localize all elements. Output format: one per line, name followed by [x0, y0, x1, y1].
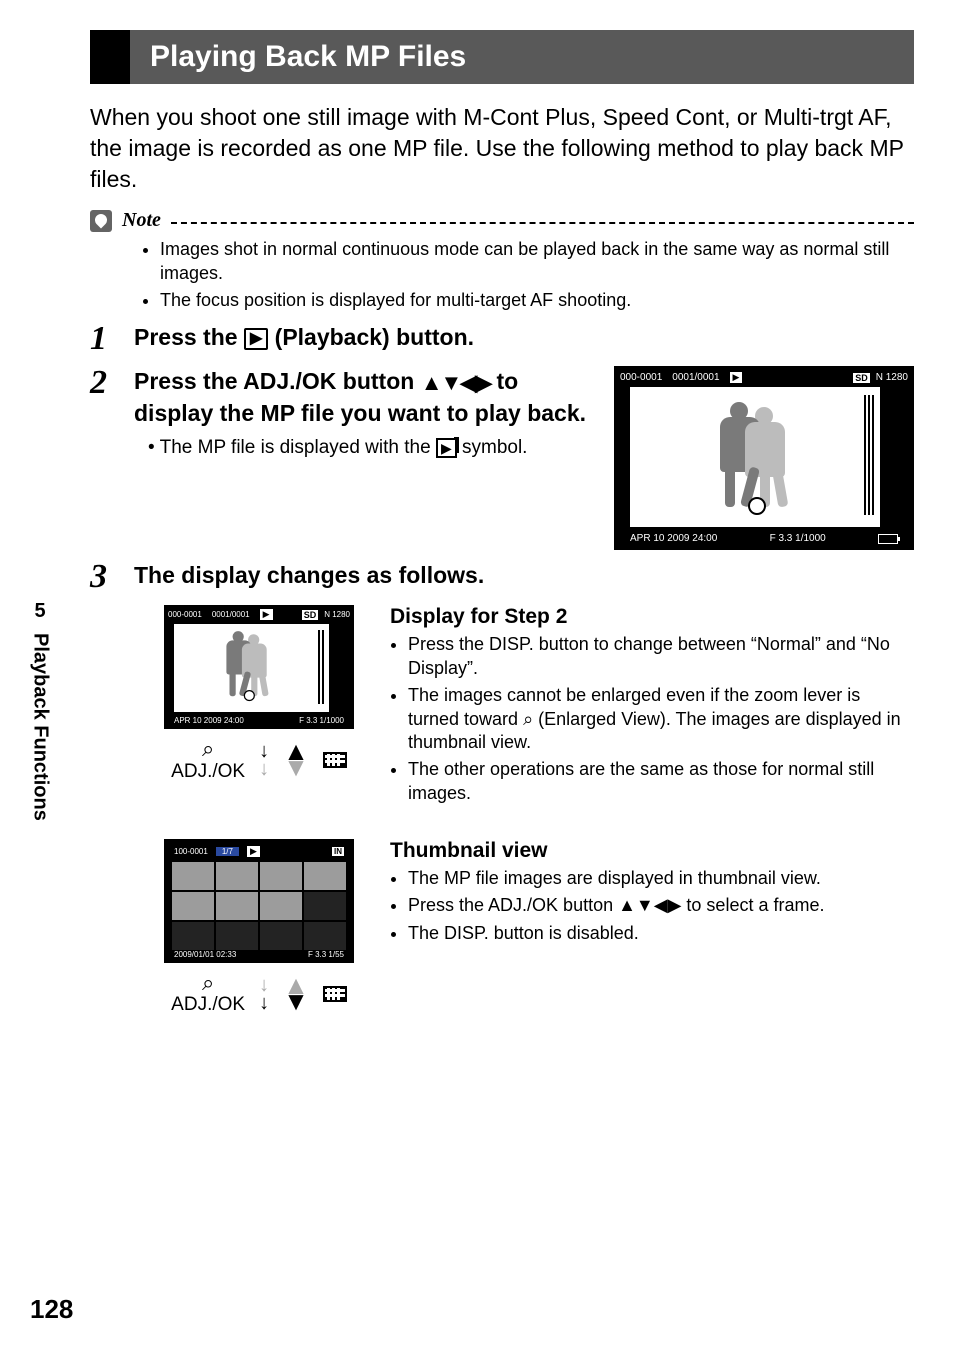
list-item: Press the DISP. button to change between…: [408, 633, 914, 680]
thin-arrows-icon: ↓↓: [259, 976, 269, 1012]
fig-exposure: F 3.3 1/55: [308, 950, 344, 959]
desc1-list: Press the DISP. button to change between…: [390, 633, 914, 805]
step-number: 2: [90, 366, 120, 550]
fig-folder: 000-0001: [620, 372, 662, 383]
playback-icon: ▶: [244, 328, 268, 350]
fig-date: APR 10 2009 24:00: [630, 533, 717, 544]
zoom-adj-label: ⌕ ADJ./OK: [171, 737, 245, 782]
sd-badge: SD: [302, 610, 319, 620]
adj-ok-label: ADJ./OK: [171, 995, 245, 1016]
step-number: 3: [90, 560, 120, 1046]
fig-exposure: F 3.3 1/1000: [299, 716, 344, 725]
step3-head: The display changes as follows.: [134, 560, 914, 591]
list-item: The other operations are the same as tho…: [408, 758, 914, 805]
note-item: Images shot in normal continuous mode ca…: [160, 238, 914, 285]
step2-head: Press the ADJ./OK button ▲▼◀▶ to display…: [134, 366, 594, 429]
note-list: Images shot in normal continuous mode ca…: [142, 238, 914, 312]
fig-exposure: F 3.3 1/1000: [770, 533, 826, 544]
note-icon: [90, 210, 112, 232]
figure-small: 000-0001 0001/0001 ▶ SD N 1280: [164, 605, 354, 729]
fig-date: APR 10 2009 24:00: [174, 716, 244, 725]
text: Press the ADJ./OK button: [134, 368, 421, 394]
list-item: The images cannot be enlarged even if th…: [408, 684, 914, 754]
text: (Playback) button.: [268, 324, 474, 350]
mp-stack-icon: ▶: [247, 846, 260, 857]
battery-icon: [878, 534, 898, 544]
step2-bullet: The MP file is displayed with the ▶ symb…: [148, 435, 594, 461]
text: Press the: [134, 324, 244, 350]
display-step2-row: 000-0001 0001/0001 ▶ SD N 1280: [134, 605, 914, 809]
figure-grid: 100-0001 1/7 ▶ IN: [164, 839, 354, 963]
list-item: The MP file images are displayed in thum…: [408, 867, 914, 890]
fig-folder: 100-0001: [174, 847, 208, 856]
thumbnail-grid-icon: [323, 752, 347, 768]
intro-text: When you shoot one still image with M-Co…: [90, 102, 914, 195]
note-dashes: [171, 222, 914, 224]
thin-arrows-icon: ↓↓: [259, 742, 269, 778]
in-badge: IN: [332, 847, 344, 856]
text: The MP file is displayed with the: [160, 437, 436, 458]
sd-badge: SD: [853, 373, 870, 383]
step1-head: Press the ▶ (Playback) button.: [134, 322, 914, 353]
thumbnail-grid: [168, 860, 350, 950]
step-2: 2 Press the ADJ./OK button ▲▼◀▶ to displ…: [90, 366, 914, 550]
note-item: The focus position is displayed for mult…: [160, 289, 914, 312]
note-header: Note: [90, 209, 914, 232]
thumbnail-grid-icon: [323, 986, 347, 1002]
desc1-head: Display for Step 2: [390, 605, 914, 629]
fig-quality: N 1280: [876, 372, 908, 383]
mp-stack-icon: ▶: [730, 372, 743, 383]
figure-large: 000-0001 0001/0001 ▶ SD N 1280: [614, 366, 914, 550]
figure-image: [174, 624, 329, 712]
list-item: The DISP. button is disabled.: [408, 922, 914, 945]
zoom-adj-label: ⌕ ADJ./OK: [171, 971, 245, 1016]
desc2-list: The MP file images are displayed in thum…: [390, 867, 914, 945]
text: symbol.: [457, 437, 528, 458]
thick-arrows-icon: ▲▼: [283, 744, 309, 775]
magnifier-icon: ⌕: [171, 737, 245, 761]
page-title: Playing Back MP Files: [90, 30, 914, 84]
fig-counter: 1/7: [216, 847, 239, 856]
mp-file-icon: ▶: [436, 438, 457, 458]
step-number: 1: [90, 322, 120, 356]
fig-counter: 0001/0001: [212, 610, 250, 619]
step-3: 3 The display changes as follows. 000-00…: [90, 560, 914, 1046]
thumbnail-view-row: 100-0001 1/7 ▶ IN: [134, 839, 914, 1016]
desc2-head: Thumbnail view: [390, 839, 914, 863]
fig-folder: 000-0001: [168, 610, 202, 619]
dpad-icon: ▲▼◀▶: [421, 368, 490, 398]
fig-date: 2009/01/01 02:33: [174, 950, 236, 959]
note-label: Note: [122, 209, 161, 232]
mp-stack-icon: ▶: [260, 609, 273, 620]
list-item: Press the ADJ./OK button ▲▼◀▶ to select …: [408, 894, 914, 917]
adj-ok-label: ADJ./OK: [171, 762, 245, 783]
thick-arrows-icon: ▲▼: [283, 978, 309, 1009]
step-1: 1 Press the ▶ (Playback) button.: [90, 322, 914, 356]
figure-image: [630, 387, 880, 527]
control-row: ⌕ ADJ./OK ↓↓ ▲▼: [171, 737, 347, 782]
page-number: 128: [30, 1294, 73, 1325]
magnifier-icon: ⌕: [171, 971, 245, 995]
control-row: ⌕ ADJ./OK ↓↓ ▲▼: [171, 971, 347, 1016]
fig-quality: N 1280: [324, 610, 350, 619]
fig-counter: 0001/0001: [672, 372, 719, 383]
